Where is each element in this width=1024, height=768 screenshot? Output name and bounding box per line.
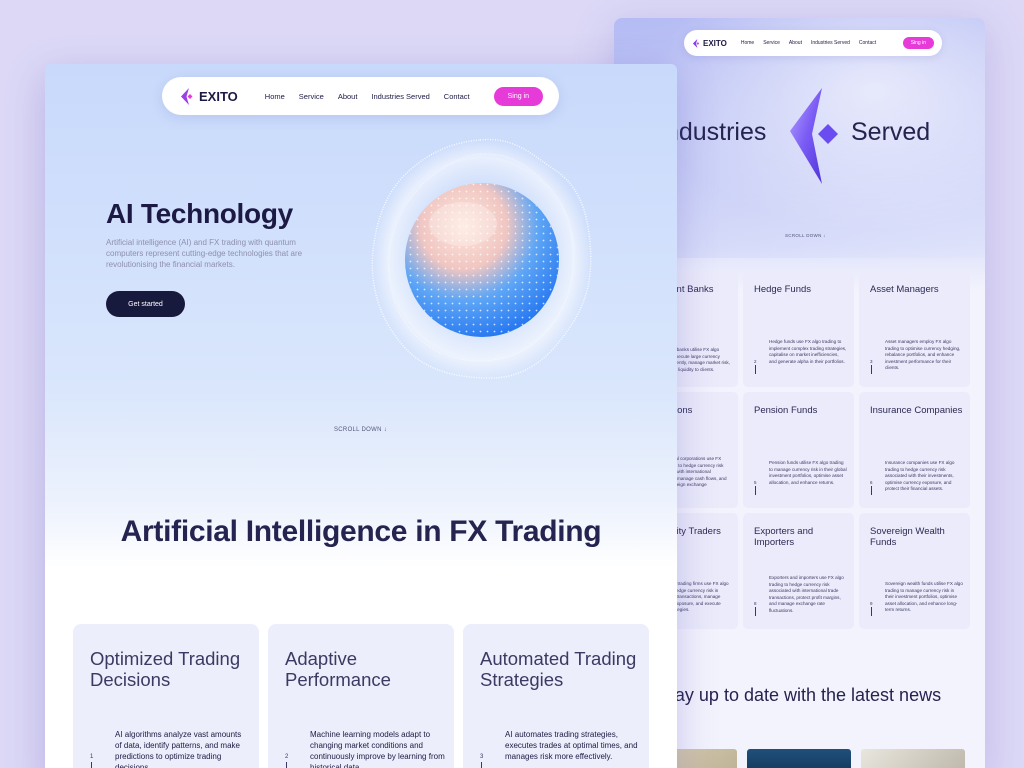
industry-number: 8 [754,601,757,616]
nav-industries-link[interactable]: Industries Served [371,92,429,101]
hero-title: AI Technology [106,198,293,229]
industry-description: Exporters and importers use FX algo trad… [769,575,844,613]
industry-description: Insurance companies use FX algo trading … [885,460,955,491]
news-thumbnail[interactable] [861,749,965,768]
nav-home-link[interactable]: Home [741,40,754,46]
feature-title: Optimized Trading Decisions [90,648,241,690]
exito-logo-icon [692,38,700,48]
section-title: Artificial Intelligence in FX Trading [120,515,602,548]
logo-text: EXITO [199,88,238,104]
news-thumbnail[interactable] [747,749,851,768]
industry-description: Asset managers employ FX algo trading to… [885,339,961,370]
industry-card[interactable]: Hedge Funds 2 Hedge funds use FX algo tr… [743,271,854,387]
quantum-sphere-illustration [371,138,592,379]
sign-in-button[interactable]: Sing in [493,86,543,106]
feature-card[interactable]: Optimized Trading Decisions 1 AI algorit… [73,624,259,768]
sign-in-button[interactable]: Sing in [902,37,934,49]
industry-description: Hedge funds use FX algo trading to imple… [769,339,847,364]
industry-title: Pension Funds [754,405,818,416]
scroll-down-hint[interactable]: SCROLL DOWN ↓ [334,427,387,433]
industry-title: Sovereign Wealth Funds [870,526,945,548]
nav-about-link[interactable]: About [789,40,802,46]
nav-home-link[interactable]: Home [265,92,285,101]
feature-description: Machine learning models adapt to changin… [310,730,445,768]
industry-title: Hedge Funds [754,284,812,295]
scroll-down-hint[interactable]: SCROLL DOWN ↓ [785,233,826,238]
industry-number: 2 [754,359,757,374]
nav-industries-link[interactable]: Industries Served [811,40,850,46]
feature-description: AI automates trading strategies, execute… [505,730,638,761]
nav-contact-link[interactable]: Contact [859,40,876,46]
nav-about-link[interactable]: About [338,92,358,101]
top-navbar: EXITO Home Service About Industries Serv… [162,77,559,115]
industry-title: Asset Managers [870,284,939,295]
feature-card[interactable]: Automated Trading Strategies 3 AI automa… [463,624,649,768]
industry-number: 9 [870,601,873,616]
feature-description: AI algorithms analyze vast amounts of da… [115,730,242,768]
industry-title: Insurance Companies [870,405,963,416]
industry-description: Sovereign wealth funds utilise FX algo t… [885,581,963,612]
industry-card[interactable]: Insurance Companies 6 Insurance companie… [859,392,970,508]
industry-number: 3 [870,359,873,374]
industry-card[interactable]: Asset Managers 3 Asset managers employ F… [859,271,970,387]
nav-service-link[interactable]: Service [763,40,780,46]
industry-card[interactable]: Exporters and Importers 8 Exporters and … [743,513,854,629]
logo-text: EXITO [703,38,727,48]
feature-title: Automated Trading Strategies [480,648,637,690]
exito-3d-logo-icon [790,88,838,184]
industry-number: 5 [754,480,757,495]
industry-number: 6 [870,480,873,495]
hero-title-right: Served [851,118,931,146]
feature-number: 1 [90,754,93,768]
nav-contact-link[interactable]: Contact [444,92,470,101]
logo[interactable]: EXITO [180,87,238,105]
feature-title: Adaptive Performance [285,648,391,690]
industry-card[interactable]: Sovereign Wealth Funds 9 Sovereign wealt… [859,513,970,629]
ai-technology-page-preview: EXITO Home Service About Industries Serv… [45,64,677,768]
nav-service-link[interactable]: Service [299,92,324,101]
feature-card[interactable]: Adaptive Performance 2 Machine learning … [268,624,454,768]
industry-title: Exporters and Importers [754,526,814,548]
feature-number: 2 [285,754,288,768]
industry-card[interactable]: Pension Funds 5 Pension funds utilise FX… [743,392,854,508]
logo[interactable]: EXITO [692,38,727,48]
exito-logo-icon [181,87,193,105]
get-started-button[interactable]: Get started [106,291,185,317]
hero-description: Artificial intelligence (AI) and FX trad… [106,238,303,269]
feature-number: 3 [480,754,483,768]
top-navbar: EXITO Home Service About Industries Serv… [684,30,942,56]
industry-description: Pension funds utilise FX algo trading to… [769,460,847,485]
